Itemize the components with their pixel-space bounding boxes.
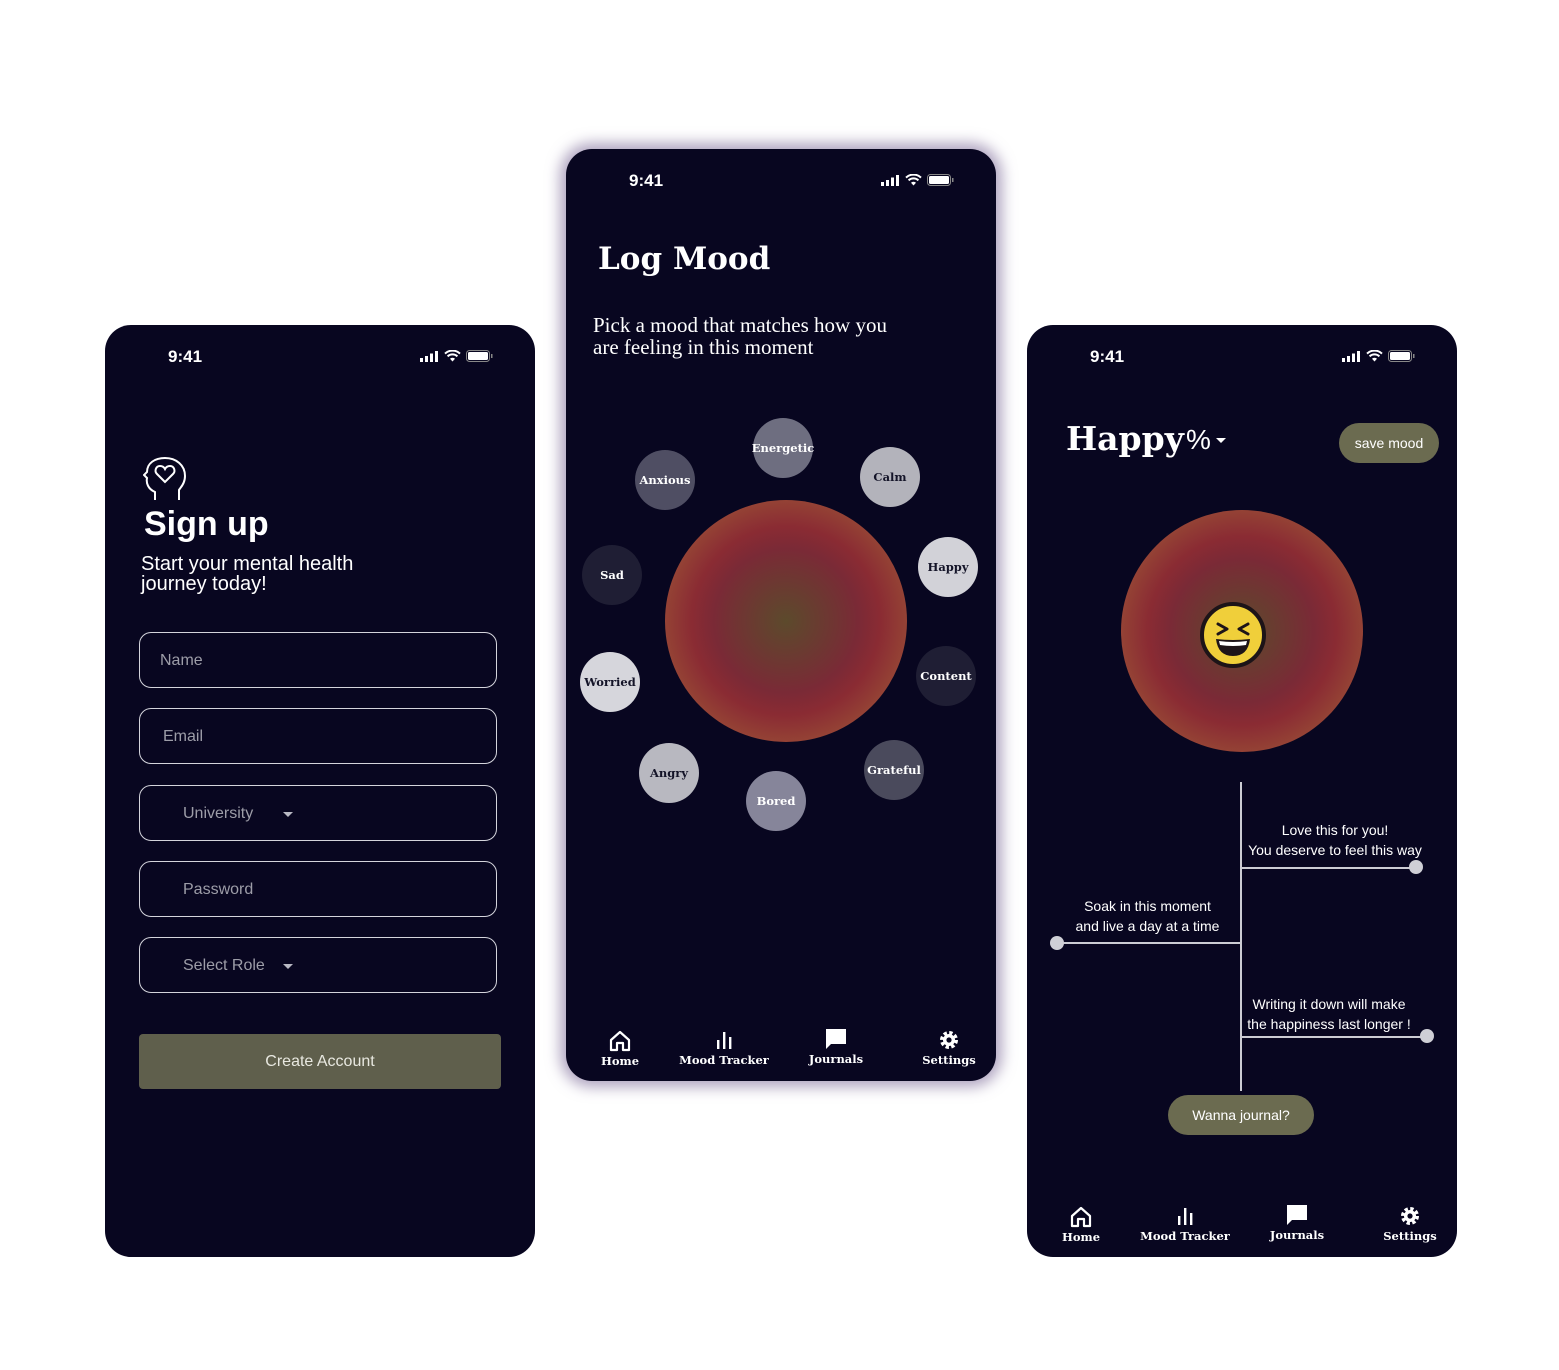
- message-line: Writing it down will make: [1252, 996, 1406, 1012]
- home-icon: [609, 1030, 631, 1052]
- nav-home[interactable]: Home: [1057, 1205, 1105, 1244]
- mood-energetic[interactable]: Energetic: [752, 418, 814, 478]
- battery-icon: [1388, 350, 1415, 362]
- timeline-dot: [1050, 936, 1064, 950]
- message-soak: Soak in this moment and live a day at a …: [1065, 896, 1230, 936]
- message-love: Love this for you! You deserve to feel t…: [1245, 820, 1425, 860]
- password-placeholder: Password: [183, 881, 254, 898]
- mind-heart-icon: [143, 456, 187, 500]
- bottom-nav: Home Mood Tracker Journals Settings: [1027, 1197, 1457, 1257]
- caret-down-icon: [1216, 438, 1226, 443]
- wanna-journal-button[interactable]: Wanna journal?: [1168, 1095, 1314, 1135]
- wifi-icon: [444, 350, 461, 362]
- page-subtitle: Start your mental health journey today!: [141, 553, 354, 595]
- chat-bubble-icon: [826, 1029, 846, 1049]
- role-placeholder: Select Role: [183, 957, 265, 974]
- happy-mood-screen: 9:41 Happy % save mood Love this for you…: [1027, 325, 1457, 1257]
- nav-mood-tracker[interactable]: Mood Tracker: [1139, 1204, 1231, 1243]
- password-field[interactable]: Password: [139, 861, 497, 917]
- mood-sad[interactable]: Sad: [582, 545, 642, 605]
- nav-settings[interactable]: Settings: [1382, 1204, 1438, 1243]
- nav-settings[interactable]: Settings: [921, 1028, 977, 1067]
- email-field[interactable]: Email: [139, 708, 497, 764]
- name-field[interactable]: Name: [139, 632, 497, 688]
- message-line: Love this for you!: [1281, 822, 1389, 838]
- mood-orb: [665, 500, 907, 742]
- mood-angry[interactable]: Angry: [639, 743, 699, 803]
- signup-screen: 9:41 Sign up Start your mental health jo…: [105, 325, 535, 1257]
- nav-home-label: Home: [600, 1054, 640, 1068]
- nav-home-label: Home: [1061, 1230, 1101, 1244]
- nav-journals[interactable]: Journals: [807, 1027, 865, 1066]
- message-line: and live a day at a time: [1075, 918, 1220, 934]
- nav-settings-label: Settings: [922, 1053, 976, 1067]
- caret-down-icon: [283, 812, 293, 817]
- home-icon: [1070, 1206, 1092, 1228]
- status-icons: [1342, 350, 1415, 362]
- timeline-branch: [1241, 1036, 1427, 1038]
- message-line: Soak in this moment: [1084, 898, 1211, 914]
- chat-bubble-icon: [1287, 1205, 1307, 1225]
- page-subtitle: Pick a mood that matches how you are fee…: [593, 313, 887, 359]
- mood-worried[interactable]: Worried: [580, 652, 640, 712]
- percent-dropdown[interactable]: %: [1186, 424, 1211, 456]
- save-mood-button[interactable]: save mood: [1339, 423, 1439, 463]
- status-time: 9:41: [1090, 347, 1125, 366]
- nav-journals-label: Journals: [808, 1052, 864, 1066]
- nav-mood-tracker[interactable]: Mood Tracker: [678, 1028, 770, 1067]
- mood-anxious[interactable]: Anxious: [635, 450, 695, 510]
- message-line: You deserve to feel this way: [1248, 842, 1422, 858]
- status-icons: [420, 350, 493, 362]
- mood-content[interactable]: Content: [916, 646, 976, 706]
- timeline-branch: [1241, 867, 1416, 869]
- university-placeholder: University: [183, 805, 254, 822]
- page-title: Sign up: [144, 505, 269, 543]
- signal-icon: [881, 174, 899, 186]
- bar-chart-icon: [1178, 1208, 1193, 1225]
- email-placeholder: Email: [163, 728, 204, 745]
- message-write: Writing it down will make the happiness …: [1241, 994, 1417, 1034]
- gear-icon: [940, 1031, 958, 1049]
- caret-down-icon: [283, 964, 293, 969]
- signal-icon: [1342, 350, 1360, 362]
- role-select[interactable]: Select Role: [139, 937, 497, 993]
- log-mood-screen: 9:41 Log Mood Pick a mood that matches h…: [566, 149, 996, 1081]
- battery-icon: [466, 350, 493, 362]
- nav-home[interactable]: Home: [596, 1029, 644, 1068]
- create-account-button[interactable]: Create Account: [139, 1034, 501, 1089]
- mood-grateful[interactable]: Grateful: [864, 740, 924, 800]
- signal-icon: [420, 350, 438, 362]
- mood-bored[interactable]: Bored: [746, 771, 806, 831]
- bottom-nav: Home Mood Tracker Journals Settings: [566, 1021, 996, 1081]
- timeline-dot: [1420, 1029, 1434, 1043]
- timeline-branch: [1062, 942, 1242, 944]
- message-line: the happiness last longer !: [1247, 1016, 1411, 1032]
- status-time: 9:41: [629, 171, 664, 190]
- name-placeholder: Name: [160, 652, 203, 669]
- timeline-line: [1240, 782, 1242, 1091]
- nav-journals[interactable]: Journals: [1268, 1203, 1326, 1242]
- nav-journals-label: Journals: [1269, 1228, 1325, 1242]
- status-time: 9:41: [168, 347, 203, 366]
- wifi-icon: [1366, 350, 1383, 362]
- gear-icon: [1401, 1207, 1419, 1225]
- status-icons: [881, 174, 954, 186]
- wifi-icon: [905, 174, 922, 186]
- nav-mood-tracker-label: Mood Tracker: [679, 1053, 769, 1067]
- bar-chart-icon: [717, 1032, 732, 1049]
- page-title: Log Mood: [598, 241, 771, 277]
- nav-mood-tracker-label: Mood Tracker: [1140, 1229, 1230, 1243]
- university-select[interactable]: University: [139, 785, 497, 841]
- timeline-dot: [1409, 860, 1423, 874]
- mood-calm[interactable]: Calm: [860, 447, 920, 507]
- mood-title: Happy: [1066, 419, 1184, 458]
- mood-happy[interactable]: Happy: [918, 537, 978, 597]
- nav-settings-label: Settings: [1383, 1229, 1437, 1243]
- laughing-face-icon: [1200, 602, 1266, 668]
- battery-icon: [927, 174, 954, 186]
